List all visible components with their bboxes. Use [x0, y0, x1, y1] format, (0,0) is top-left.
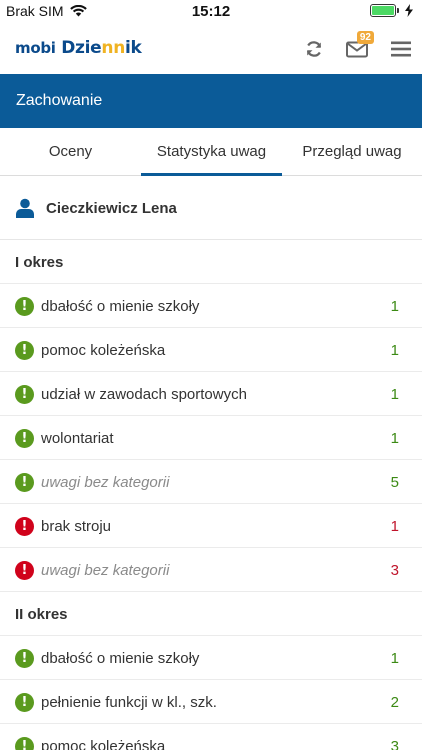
remark-count: 1	[390, 430, 399, 447]
remark-category: uwagi bez kategorii	[41, 562, 170, 579]
tab-statystyka-uwag[interactable]: Statystyka uwag	[141, 128, 282, 176]
page-title-bar: Zachowanie	[0, 74, 422, 128]
list-item[interactable]: ! wolontariat 1	[0, 416, 422, 460]
remark-count: 1	[390, 518, 399, 535]
unread-badge: 92	[356, 31, 374, 44]
list-item[interactable]: ! pełnienie funkcji w kl., szk. 2	[0, 680, 422, 724]
student-name: Cieczkiewicz Lena	[46, 200, 177, 217]
remark-category: udział w zawodach sportowych	[41, 386, 247, 403]
remark-category: pełnienie funkcji w kl., szk.	[41, 694, 217, 711]
remark-count: 1	[390, 342, 399, 359]
user-icon	[16, 198, 34, 218]
app-header: mobi Dziennik 92	[0, 24, 422, 74]
logo-part-nn: nn	[101, 38, 126, 58]
section-title: I okres	[15, 254, 64, 271]
remark-category: pomoc koleżeńska	[41, 738, 166, 750]
list-item[interactable]: ! dbałość o mienie szkoły 1	[0, 284, 422, 328]
positive-remark-icon: !	[15, 341, 34, 360]
status-time: 15:12	[191, 3, 231, 20]
remark-count: 3	[390, 738, 399, 750]
remark-count: 5	[390, 474, 399, 491]
menu-icon	[391, 41, 411, 57]
remark-count: 1	[390, 650, 399, 667]
logo-part-ik: ik	[125, 38, 142, 58]
remark-count: 1	[390, 298, 399, 315]
remark-count: 1	[390, 386, 399, 403]
negative-remark-icon: !	[15, 517, 34, 536]
list-item[interactable]: ! dbałość o mienie szkoły 1	[0, 636, 422, 680]
list-item[interactable]: ! pomoc koleżeńska 3	[0, 724, 422, 750]
positive-remark-icon: !	[15, 297, 34, 316]
logo-part-mobi: mobi	[15, 39, 56, 57]
section-title: II okres	[15, 606, 68, 623]
charging-icon	[405, 4, 413, 17]
refresh-button[interactable]	[301, 36, 327, 62]
remark-category: dbałość o mienie szkoły	[41, 650, 200, 667]
list-item[interactable]: ! brak stroju 1	[0, 504, 422, 548]
list-item[interactable]: ! pomoc koleżeńska 1	[0, 328, 422, 372]
logo-part-dzie: Dzie	[61, 38, 102, 58]
menu-button[interactable]	[388, 36, 414, 62]
messages-button[interactable]: 92	[344, 31, 374, 62]
section-header: I okres	[0, 240, 422, 284]
tab-przeglad-uwag[interactable]: Przegląd uwag	[282, 128, 422, 175]
refresh-icon	[306, 41, 322, 57]
remark-category: wolontariat	[41, 430, 114, 447]
list-item[interactable]: ! uwagi bez kategorii 3	[0, 548, 422, 592]
remark-category: dbałość o mienie szkoły	[41, 298, 200, 315]
status-right	[370, 4, 414, 17]
remark-count: 2	[390, 694, 399, 711]
positive-remark-icon: !	[15, 737, 34, 750]
remark-category: uwagi bez kategorii	[41, 474, 170, 491]
positive-remark-icon: !	[15, 385, 34, 404]
status-bar: Brak SIM 15:12	[0, 0, 422, 24]
battery-icon	[370, 4, 399, 17]
tab-oceny[interactable]: Oceny	[0, 128, 141, 175]
positive-remark-icon: !	[15, 473, 34, 492]
section-header: II okres	[0, 592, 422, 636]
remark-count: 3	[390, 562, 399, 579]
remark-category: pomoc koleżeńska	[41, 342, 166, 359]
remark-category: brak stroju	[41, 518, 112, 535]
app-logo: mobi Dziennik	[15, 38, 142, 58]
list-item[interactable]: ! udział w zawodach sportowych 1	[0, 372, 422, 416]
page-title: Zachowanie	[16, 92, 103, 109]
student-row[interactable]: Cieczkiewicz Lena	[0, 178, 422, 240]
positive-remark-icon: !	[15, 649, 34, 668]
remarks-statistics-list: I okres ! dbałość o mienie szkoły 1 ! po…	[0, 240, 422, 750]
positive-remark-icon: !	[15, 693, 34, 712]
negative-remark-icon: !	[15, 561, 34, 580]
tab-bar: Oceny Statystyka uwag Przegląd uwag	[0, 128, 422, 176]
list-item[interactable]: ! uwagi bez kategorii 5	[0, 460, 422, 504]
positive-remark-icon: !	[15, 429, 34, 448]
